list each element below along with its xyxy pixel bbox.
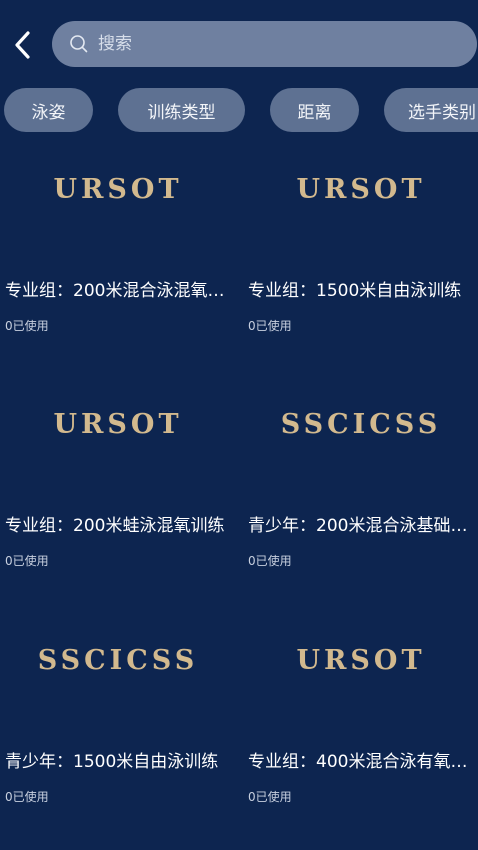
brand-logo: URSOT — [296, 174, 426, 205]
filter-chip-athlete-category[interactable]: 选手类别 — [384, 88, 478, 132]
plan-card[interactable]: URSOT 专业组：200米蛙泳混氧训练 0已使用 — [0, 385, 236, 605]
back-button[interactable] — [8, 28, 36, 62]
plan-card[interactable]: URSOT 专业组：1500米自由泳训练 0已使用 — [243, 150, 478, 370]
brand-logo: SSCICSS — [280, 409, 442, 440]
filter-chip-distance[interactable]: 距离 — [270, 88, 359, 132]
plan-title: 青少年：200米混合泳基础训练 — [248, 516, 478, 536]
chevron-left-icon — [15, 31, 30, 59]
usage-count: 0已使用 — [248, 790, 292, 804]
brand-logo: SSCICSS — [37, 645, 199, 676]
usage-count: 0已使用 — [5, 790, 49, 804]
plan-title: 专业组：200米蛙泳混氧训练 — [5, 516, 225, 536]
top-bar — [0, 0, 478, 80]
plan-card[interactable]: SSCICSS 青少年：200米混合泳基础训练 0已使用 — [243, 385, 478, 605]
plan-card[interactable]: URSOT 专业组：200米混合泳混氧训练 0已使用 — [0, 150, 236, 370]
plan-title: 青少年：1500米自由泳训练 — [5, 752, 219, 772]
usage-count: 0已使用 — [248, 319, 292, 333]
plan-card[interactable]: URSOT 专业组：400米混合泳有氧训练 0已使用 — [243, 621, 478, 841]
filter-chip-stroke[interactable]: 泳姿 — [4, 88, 93, 132]
filter-chips: 泳姿 训练类型 距离 选手类别 — [0, 88, 478, 134]
usage-count: 0已使用 — [5, 554, 49, 568]
search-input[interactable] — [98, 34, 477, 54]
plan-title: 专业组：400米混合泳有氧训练 — [248, 752, 478, 772]
search-bar[interactable] — [52, 21, 477, 67]
plan-title: 专业组：200米混合泳混氧训练 — [5, 281, 235, 301]
brand-logo: URSOT — [53, 174, 183, 205]
usage-count: 0已使用 — [248, 554, 292, 568]
brand-logo: URSOT — [53, 409, 183, 440]
plan-title: 专业组：1500米自由泳训练 — [248, 281, 462, 301]
filter-chip-training-type[interactable]: 训练类型 — [118, 88, 245, 132]
usage-count: 0已使用 — [5, 319, 49, 333]
plan-card[interactable]: SSCICSS 青少年：1500米自由泳训练 0已使用 — [0, 621, 236, 841]
search-icon — [68, 33, 90, 55]
brand-logo: URSOT — [296, 645, 426, 676]
